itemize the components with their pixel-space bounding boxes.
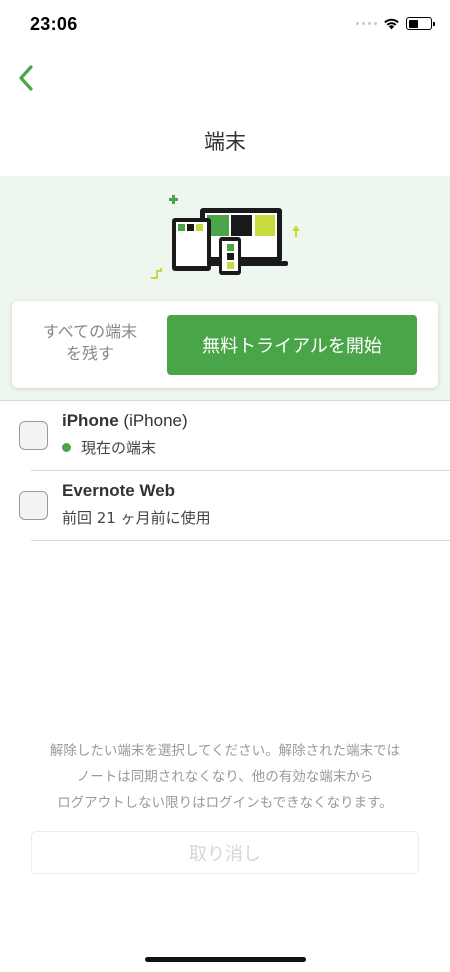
device-name: Evernote Web	[62, 481, 175, 501]
deactivate-notice: 解除したい端末を選択してください。解除された端末では ノートは同期されなくなり、他…	[0, 738, 450, 816]
start-free-trial-button[interactable]: 無料トライアルを開始	[167, 315, 417, 375]
signal-icon	[356, 22, 377, 25]
deactivate-notice-text: 解除したい端末を選択してください。解除された端末では ノートは同期されなくなり、他…	[49, 743, 401, 811]
device-row[interactable]: Evernote Web 前回 21 ヶ月前に使用	[0, 471, 450, 541]
battery-icon	[406, 17, 435, 30]
device-status-text: 現在の端末	[81, 439, 157, 457]
status-icons	[356, 17, 435, 30]
wifi-icon	[384, 18, 399, 30]
status-time: 23:06	[30, 14, 78, 34]
status-bar: 23:06	[0, 0, 450, 50]
device-checkbox[interactable]	[19, 491, 48, 520]
row-divider	[31, 540, 450, 541]
device-model: (iPhone)	[123, 411, 188, 430]
upgrade-card: すべての端末 を残す 無料トライアルを開始	[12, 301, 438, 388]
device-status: 現在の端末	[62, 437, 156, 458]
devices-illustration	[151, 195, 300, 279]
device-checkbox[interactable]	[19, 421, 48, 450]
cancel-button[interactable]: 取り消し	[31, 831, 419, 874]
keep-all-devices-button[interactable]: すべての端末 を残す	[26, 321, 154, 365]
page-title: 端末	[204, 130, 246, 154]
device-name: iPhone (iPhone)	[62, 411, 188, 431]
battery-fill	[408, 19, 418, 28]
back-button[interactable]	[14, 62, 42, 94]
home-indicator[interactable]	[145, 957, 306, 962]
current-device-indicator	[62, 443, 71, 452]
device-row[interactable]: iPhone (iPhone) 現在の端末	[0, 401, 450, 471]
device-last-used: 前回 21 ヶ月前に使用	[62, 509, 211, 527]
device-name-label: Evernote Web	[62, 481, 176, 500]
device-name-label: iPhone	[62, 411, 119, 430]
chevron-left-icon	[19, 65, 33, 91]
